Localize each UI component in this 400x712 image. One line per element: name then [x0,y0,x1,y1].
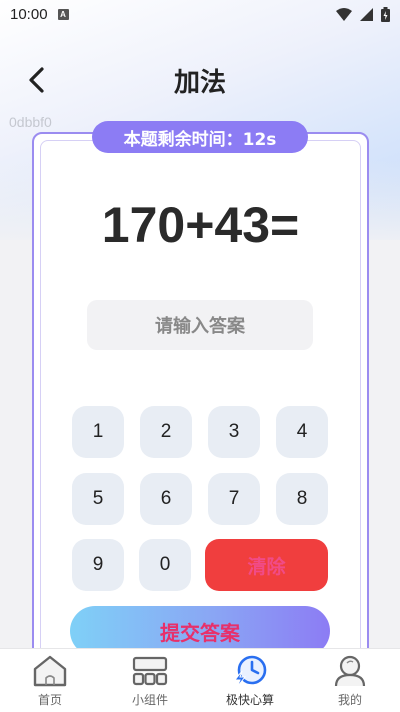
header: 加法 [0,52,400,104]
status-icons [336,6,390,22]
cellular-icon [360,7,373,21]
battery-icon [381,6,390,22]
question-text: 170+43= [101,197,300,253]
tab-profile[interactable]: 我的 [300,649,400,712]
key-1[interactable]: 1 [72,406,124,458]
key-0[interactable]: 0 [139,539,191,591]
tab-widgets[interactable]: 小组件 [100,649,200,712]
key-8[interactable]: 8 [276,473,328,525]
key-3[interactable]: 3 [208,406,260,458]
page-title: 加法 [173,68,226,98]
widgets-icon [130,653,170,689]
home-icon [30,653,70,689]
profile-icon [330,653,370,689]
wifi-icon [336,7,352,21]
tab-home-label: 首页 [37,693,62,707]
notification-a-icon: A [57,8,69,20]
tab-profile-label: 我的 [337,693,362,707]
key-5[interactable]: 5 [72,473,124,525]
status-time: 10:00 [10,5,48,23]
tab-home[interactable]: 首页 [0,649,100,712]
tab-fast-mental-math[interactable]: 极快心算 [200,649,300,712]
debug-text: 0dbbf0 [9,114,52,130]
key-7[interactable]: 7 [208,473,260,525]
tab-widgets-label: 小组件 [131,693,168,707]
key-2[interactable]: 2 [140,406,192,458]
bottom-tab-bar: 首页 小组件 极快心算 我的 [0,648,400,712]
timer-badge: 本题剩余时间：12s [92,121,308,153]
clear-button[interactable]: 清除 [205,539,328,591]
key-6[interactable]: 6 [140,473,192,525]
status-bar: 10:00 A [0,0,400,28]
fast-timer-icon [230,653,270,689]
key-9[interactable]: 9 [72,539,124,591]
answer-input[interactable]: 请输入答案 [87,300,313,350]
tab-fast-mental-math-label: 极快心算 [225,693,274,707]
key-4[interactable]: 4 [276,406,328,458]
